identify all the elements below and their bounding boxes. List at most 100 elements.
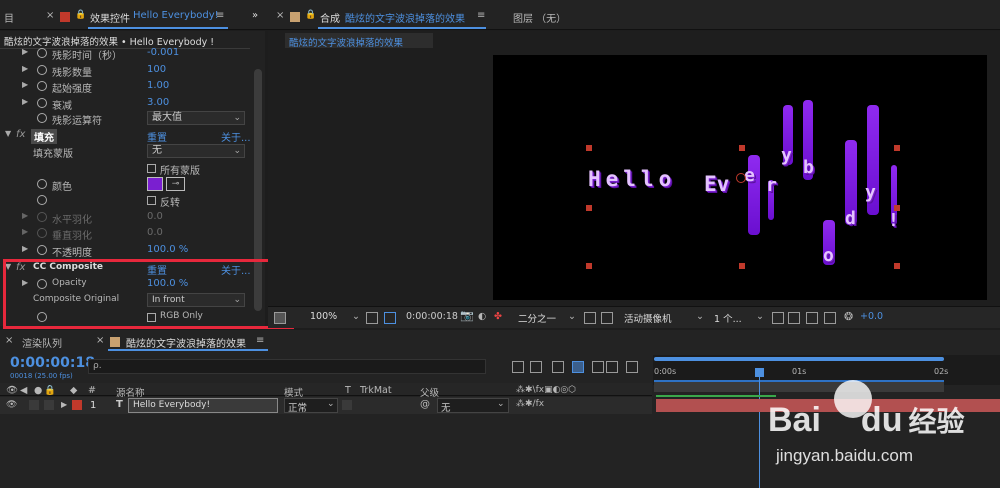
- always-preview-icon[interactable]: [274, 312, 286, 324]
- stopwatch-icon[interactable]: [37, 195, 47, 205]
- expand-arrow-icon[interactable]: ▶: [22, 64, 28, 73]
- layer-solo-toggle[interactable]: [29, 400, 39, 410]
- visibility-header-icon[interactable]: 👁: [6, 385, 18, 396]
- layer-viewer-tab[interactable]: 图层 （无）: [513, 10, 566, 25]
- switches-header-icon[interactable]: ⁂✱\fx▣◐◎⬡: [516, 385, 576, 395]
- stopwatch-icon[interactable]: [37, 179, 47, 189]
- trkmat-toggle[interactable]: [342, 400, 352, 410]
- close-tab-icon[interactable]: ×: [46, 10, 54, 21]
- expand-arrow-icon[interactable]: ▶: [22, 97, 28, 106]
- stopwatch-icon[interactable]: [37, 113, 47, 123]
- stopwatch-icon[interactable]: [37, 228, 47, 238]
- stopwatch-icon[interactable]: [37, 212, 47, 222]
- expand-arrow-icon[interactable]: ▶: [22, 80, 28, 89]
- views-dropdown[interactable]: 1 个...: [714, 311, 742, 325]
- close-tab-icon[interactable]: ×: [96, 335, 104, 346]
- comp-lock-icon[interactable]: 🔒: [305, 10, 316, 20]
- reset-exposure-icon[interactable]: [824, 312, 836, 324]
- start-intensity-value[interactable]: 1.00: [147, 80, 169, 91]
- transform-handle[interactable]: [739, 263, 745, 269]
- all-masks-checkbox[interactable]: [147, 164, 156, 173]
- comp-panel-menu-icon[interactable]: ≡: [477, 10, 485, 21]
- layer-expand-arrow-icon[interactable]: ▶: [61, 400, 67, 409]
- zoom-dropdown[interactable]: 100%: [310, 311, 337, 322]
- stopwatch-icon[interactable]: [37, 245, 47, 255]
- timeline-timecode[interactable]: 0:00:00:18: [10, 355, 95, 371]
- eyedropper-icon[interactable]: ⊸: [166, 177, 185, 191]
- stopwatch-icon[interactable]: [37, 48, 47, 58]
- trkmat-header[interactable]: TrkMat: [360, 385, 392, 396]
- label-header-icon[interactable]: ◆: [70, 385, 77, 396]
- timeline-jump-icon[interactable]: [806, 312, 818, 324]
- layer-lock-toggle[interactable]: [44, 400, 54, 410]
- camera-icon[interactable]: 📷: [460, 309, 474, 322]
- stopwatch-icon[interactable]: [37, 81, 47, 91]
- echo-count-value[interactable]: 100: [147, 64, 166, 75]
- flowchart-icon[interactable]: [788, 312, 800, 324]
- stopwatch-icon[interactable]: [37, 65, 47, 75]
- fit-icon[interactable]: [366, 312, 378, 324]
- comp-breadcrumb-tab[interactable]: 酷炫的文字波浪掉落的效果: [285, 33, 433, 49]
- composition-canvas[interactable]: Hello Ev e r y b o d y !: [493, 55, 987, 300]
- lock-icon[interactable]: 🔒: [75, 10, 86, 20]
- more-panels-icon[interactable]: »: [252, 10, 258, 21]
- resolution-dropdown[interactable]: 二分之一: [518, 311, 556, 325]
- transform-handle[interactable]: [894, 205, 900, 211]
- frame-blending-icon[interactable]: [572, 361, 584, 373]
- fill-opacity-value[interactable]: 100.0 %: [147, 244, 188, 255]
- chevron-down-icon[interactable]: ⌄: [327, 399, 335, 409]
- channel-icon[interactable]: ✤: [494, 311, 502, 322]
- layer-switches-icon[interactable]: ⁂✱/fx: [516, 399, 544, 409]
- stopwatch-icon[interactable]: [37, 98, 47, 108]
- mask-visibility-icon[interactable]: [384, 312, 396, 324]
- composition-tab[interactable]: 合成: [320, 10, 340, 25]
- timeline-menu-icon[interactable]: ≡: [256, 335, 264, 346]
- invert-checkbox[interactable]: [147, 196, 156, 205]
- current-time-display[interactable]: 0:00:00:18: [406, 311, 458, 322]
- transform-handle[interactable]: [894, 263, 900, 269]
- echo-time-value[interactable]: -0.001: [147, 47, 179, 58]
- effects-controls-tab[interactable]: 效果控件: [90, 10, 130, 25]
- hide-shy-icon[interactable]: [552, 361, 564, 373]
- expand-arrow-icon[interactable]: ▶: [22, 47, 28, 56]
- time-navigator[interactable]: [654, 380, 944, 392]
- expand-arrow-icon[interactable]: ▶: [22, 211, 28, 220]
- layer-name-field[interactable]: Hello Everybody!: [128, 398, 278, 413]
- fill-mask-dropdown[interactable]: 无 ⌄: [147, 144, 245, 158]
- transform-handle[interactable]: [586, 263, 592, 269]
- audio-header-icon[interactable]: ◀: [20, 385, 27, 396]
- layer-visibility-icon[interactable]: 👁: [6, 400, 17, 410]
- work-area-bar[interactable]: [654, 357, 944, 361]
- anchor-point-icon[interactable]: [736, 173, 746, 183]
- fill-about-link[interactable]: 关于...: [221, 129, 251, 144]
- comp-mini-flowchart-icon[interactable]: [512, 361, 524, 373]
- exposure-value[interactable]: +0.0: [860, 311, 883, 322]
- collapse-arrow-icon[interactable]: ▼: [5, 129, 11, 138]
- chevron-down-icon[interactable]: ⌄: [696, 311, 704, 322]
- close-comp-tab-icon[interactable]: ×: [276, 10, 284, 21]
- chevron-down-icon[interactable]: ⌄: [756, 311, 764, 322]
- transparency-grid-icon[interactable]: [601, 312, 613, 324]
- comp-flowchart-icon[interactable]: [626, 361, 638, 373]
- motion-blur-icon[interactable]: [592, 361, 604, 373]
- transform-handle[interactable]: [739, 145, 745, 151]
- graph-editor-icon[interactable]: [606, 361, 618, 373]
- layer-label-color[interactable]: [72, 400, 82, 410]
- solo-header-icon[interactable]: ●: [34, 385, 42, 396]
- transform-handle[interactable]: [586, 145, 592, 151]
- panel-menu-icon[interactable]: ≡: [216, 10, 224, 21]
- draft-3d-icon[interactable]: [530, 361, 542, 373]
- chevron-down-icon[interactable]: ⌄: [352, 311, 360, 322]
- color-picker-icon[interactable]: ◐: [478, 311, 486, 322]
- close-tab-icon[interactable]: ×: [5, 335, 13, 346]
- render-queue-tab[interactable]: 渲染队列: [22, 335, 62, 350]
- expand-arrow-icon[interactable]: ▶: [22, 227, 28, 236]
- exposure-icon[interactable]: ❂: [844, 310, 853, 323]
- chevron-down-icon[interactable]: ⌄: [568, 311, 576, 322]
- camera-dropdown[interactable]: 活动摄像机: [624, 311, 672, 325]
- fill-effect-header[interactable]: ▼ fx 填充 重置 关于...: [0, 127, 255, 144]
- transform-handle[interactable]: [894, 145, 900, 151]
- toggle-pixel-aspect-icon[interactable]: [772, 312, 784, 324]
- layer-search-input[interactable]: ρ.: [88, 359, 486, 374]
- lock-header-icon[interactable]: 🔒: [44, 385, 56, 396]
